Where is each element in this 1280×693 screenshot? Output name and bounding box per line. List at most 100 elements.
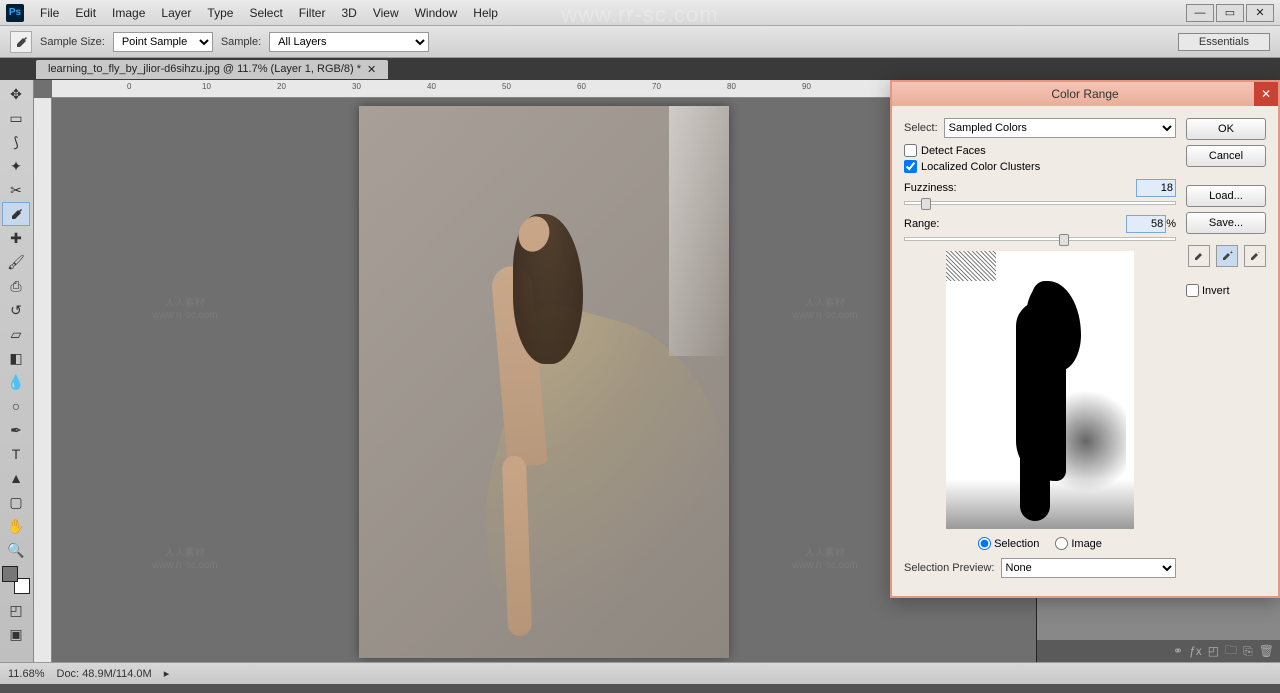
ps-logo: Ps <box>6 4 24 22</box>
dialog-title: Color Range <box>1051 87 1118 101</box>
cancel-button[interactable]: Cancel <box>1186 145 1266 167</box>
menu-3d[interactable]: 3D <box>333 2 364 24</box>
layers-panel-footer: ⚭ ƒx ◰ 🗀 ⎘ 🗑 <box>1037 640 1280 662</box>
menu-layer[interactable]: Layer <box>153 2 199 24</box>
ruler-mark: 50 <box>502 82 511 91</box>
layer-style-icon[interactable]: ƒx <box>1189 644 1202 658</box>
eyedropper-sample-icon[interactable] <box>1188 245 1210 267</box>
menu-select[interactable]: Select <box>241 2 290 24</box>
dodge-tool[interactable]: ○ <box>2 394 30 418</box>
range-label: Range: <box>904 218 1126 230</box>
document-tab-title: learning_to_fly_by_jlior-d6sihzu.jpg @ 1… <box>48 63 361 75</box>
menu-type[interactable]: Type <box>199 2 241 24</box>
range-unit: % <box>1166 218 1176 230</box>
radio-image-input[interactable] <box>1055 537 1068 550</box>
document-tab[interactable]: learning_to_fly_by_jlior-d6sihzu.jpg @ 1… <box>36 60 388 79</box>
menu-help[interactable]: Help <box>465 2 506 24</box>
status-arrow-icon[interactable]: ▸ <box>164 667 170 680</box>
eyedropper-tool[interactable] <box>2 202 30 226</box>
spot-heal-tool[interactable]: ✚ <box>2 226 30 250</box>
delete-layer-icon[interactable]: 🗑 <box>1259 644 1274 658</box>
foreground-background-colors[interactable] <box>2 566 30 594</box>
screen-mode-tool[interactable]: ▣ <box>2 622 30 646</box>
eyedropper-add-icon[interactable]: + <box>1216 245 1238 267</box>
watermark-stamp: 人人素材www.rr-sc.com <box>152 548 218 572</box>
dialog-body: Select: Sampled Colors Detect Faces Loca… <box>892 106 1278 596</box>
marquee-tool[interactable]: ▭ <box>2 106 30 130</box>
fuzziness-slider-thumb[interactable] <box>921 198 931 210</box>
eyedropper-tool-icon[interactable] <box>10 31 32 53</box>
zoom-level[interactable]: 11.68% <box>8 668 45 680</box>
eyedropper-subtract-icon[interactable]: - <box>1244 245 1266 267</box>
link-layers-icon[interactable]: ⚭ <box>1173 644 1183 658</box>
type-tool[interactable]: T <box>2 442 30 466</box>
document-tab-close-icon[interactable]: ✕ <box>367 63 376 76</box>
hand-tool[interactable]: ✋ <box>2 514 30 538</box>
selection-preview <box>946 251 1134 529</box>
menu-window[interactable]: Window <box>407 2 466 24</box>
history-brush-tool[interactable]: ↺ <box>2 298 30 322</box>
rectangle-tool[interactable]: ▢ <box>2 490 30 514</box>
move-tool[interactable]: ✥ <box>2 82 30 106</box>
localized-clusters-label: Localized Color Clusters <box>921 161 1040 173</box>
foreground-color-swatch[interactable] <box>2 566 18 582</box>
radio-selection-input[interactable] <box>978 537 991 550</box>
select-dropdown[interactable]: Sampled Colors <box>944 118 1176 138</box>
range-slider-thumb[interactable] <box>1059 234 1069 246</box>
radio-selection[interactable]: Selection <box>978 537 1039 550</box>
range-slider[interactable] <box>904 237 1176 241</box>
menu-edit[interactable]: Edit <box>67 2 104 24</box>
fuzziness-input[interactable] <box>1136 179 1176 197</box>
brush-tool[interactable]: 🖌 <box>2 250 30 274</box>
magic-wand-tool[interactable]: ✦ <box>2 154 30 178</box>
eraser-tool[interactable]: ▱ <box>2 322 30 346</box>
dialog-close-button[interactable]: ✕ <box>1254 82 1278 106</box>
gradient-tool[interactable]: ◧ <box>2 346 30 370</box>
ruler-mark: 60 <box>577 82 586 91</box>
layer-mask-icon[interactable]: ◰ <box>1208 644 1219 658</box>
localized-clusters-checkbox[interactable] <box>904 160 917 173</box>
close-button[interactable]: ✕ <box>1246 4 1274 22</box>
watermark-stamp: 人人素材www.rr-sc.com <box>792 548 858 572</box>
menu-image[interactable]: Image <box>104 2 153 24</box>
doc-label: Doc: <box>57 668 80 680</box>
new-layer-icon[interactable]: ⎘ <box>1243 644 1253 659</box>
radio-image[interactable]: Image <box>1055 537 1102 550</box>
selection-preview-dropdown[interactable]: None <box>1001 558 1177 578</box>
sample-size-select[interactable]: Point Sample <box>113 32 213 52</box>
invert-checkbox[interactable] <box>1186 284 1199 297</box>
new-group-icon[interactable]: 🗀 <box>1225 641 1237 662</box>
sample-select[interactable]: All Layers <box>269 32 429 52</box>
ruler-mark: 30 <box>352 82 361 91</box>
canvas-area[interactable]: 人人素材www.rr-sc.com 人人素材www.rr-sc.com 人人素材… <box>52 98 1036 662</box>
maximize-button[interactable]: ▭ <box>1216 4 1244 22</box>
path-select-tool[interactable]: ▲ <box>2 466 30 490</box>
ruler-mark: 40 <box>427 82 436 91</box>
pen-tool[interactable]: ✒ <box>2 418 30 442</box>
minimize-button[interactable]: — <box>1186 4 1214 22</box>
menu-view[interactable]: View <box>365 2 407 24</box>
canvas-wrap: 0102030405060708090 人人素材www.rr-sc.com 人人… <box>34 80 1036 662</box>
lasso-tool[interactable]: ⟆ <box>2 130 30 154</box>
load-button[interactable]: Load... <box>1186 185 1266 207</box>
zoom-tool[interactable]: 🔍 <box>2 538 30 562</box>
invert-checkbox-row[interactable]: Invert <box>1186 284 1266 297</box>
document-tab-bar: learning_to_fly_by_jlior-d6sihzu.jpg @ 1… <box>0 58 1280 80</box>
svg-text:+: + <box>1230 250 1233 256</box>
quick-mask-tool[interactable]: ◰ <box>2 598 30 622</box>
save-button[interactable]: Save... <box>1186 212 1266 234</box>
menu-file[interactable]: File <box>32 2 67 24</box>
workspace-switcher[interactable]: Essentials <box>1178 33 1270 51</box>
fuzziness-slider[interactable] <box>904 201 1176 205</box>
ok-button[interactable]: OK <box>1186 118 1266 140</box>
watermark-stamp: 人人素材www.rr-sc.com <box>152 298 218 322</box>
stamp-tool[interactable]: ⎙ <box>2 274 30 298</box>
detect-faces-checkbox[interactable] <box>904 144 917 157</box>
blur-tool[interactable]: 💧 <box>2 370 30 394</box>
range-input[interactable] <box>1126 215 1166 233</box>
crop-tool[interactable]: ✂ <box>2 178 30 202</box>
menu-filter[interactable]: Filter <box>291 2 334 24</box>
dialog-titlebar[interactable]: Color Range ✕ <box>892 82 1278 106</box>
preview-noise <box>946 251 996 281</box>
sample-size-label: Sample Size: <box>40 36 105 48</box>
